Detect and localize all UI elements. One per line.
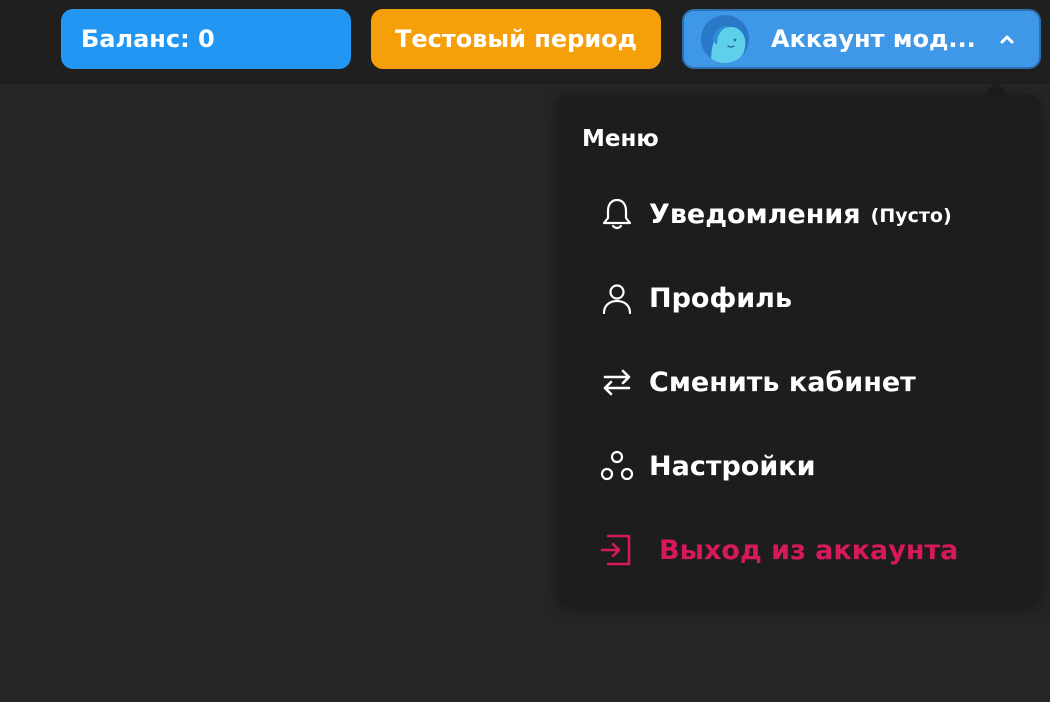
account-label: Аккаунт мод... — [771, 25, 976, 53]
menu-item-switch-cabinet[interactable]: Сменить кабинет — [599, 358, 916, 406]
account-dropdown-menu: Меню Уведомления (Пусто) Профиль Сменить — [557, 94, 1041, 606]
account-menu-button[interactable]: Аккаунт мод... — [682, 9, 1041, 69]
balance-button[interactable]: Баланс: 0 — [61, 9, 351, 69]
settings-circles-icon — [599, 446, 639, 486]
menu-item-logout[interactable]: Выход из аккаунта — [599, 526, 958, 574]
menu-item-notifications-label: Уведомления — [649, 198, 861, 230]
trial-period-label: Тестовый период — [394, 25, 638, 53]
top-bar: Баланс: 0 Тестовый период Аккаунт мод... — [0, 0, 1050, 84]
bell-icon — [599, 194, 639, 234]
avatar — [701, 15, 749, 63]
avatar-face-icon — [701, 15, 749, 63]
menu-title: Меню — [582, 126, 659, 152]
notifications-status: (Пусто) — [870, 205, 952, 227]
user-icon — [599, 278, 639, 318]
menu-item-logout-label: Выход из аккаунта — [659, 534, 959, 566]
dropdown-caret — [986, 80, 1006, 94]
swap-arrows-icon — [599, 362, 639, 402]
trial-period-button[interactable]: Тестовый период — [371, 9, 661, 69]
logout-icon — [599, 530, 639, 570]
menu-item-settings[interactable]: Настройки — [599, 442, 816, 490]
menu-item-profile[interactable]: Профиль — [599, 274, 792, 322]
menu-item-switch-cabinet-label: Сменить кабинет — [649, 366, 916, 398]
balance-label: Баланс: 0 — [81, 25, 215, 53]
menu-item-settings-label: Настройки — [649, 450, 816, 482]
chevron-up-icon — [999, 33, 1015, 45]
menu-item-profile-label: Профиль — [649, 282, 793, 314]
menu-item-notifications[interactable]: Уведомления (Пусто) — [599, 190, 952, 238]
